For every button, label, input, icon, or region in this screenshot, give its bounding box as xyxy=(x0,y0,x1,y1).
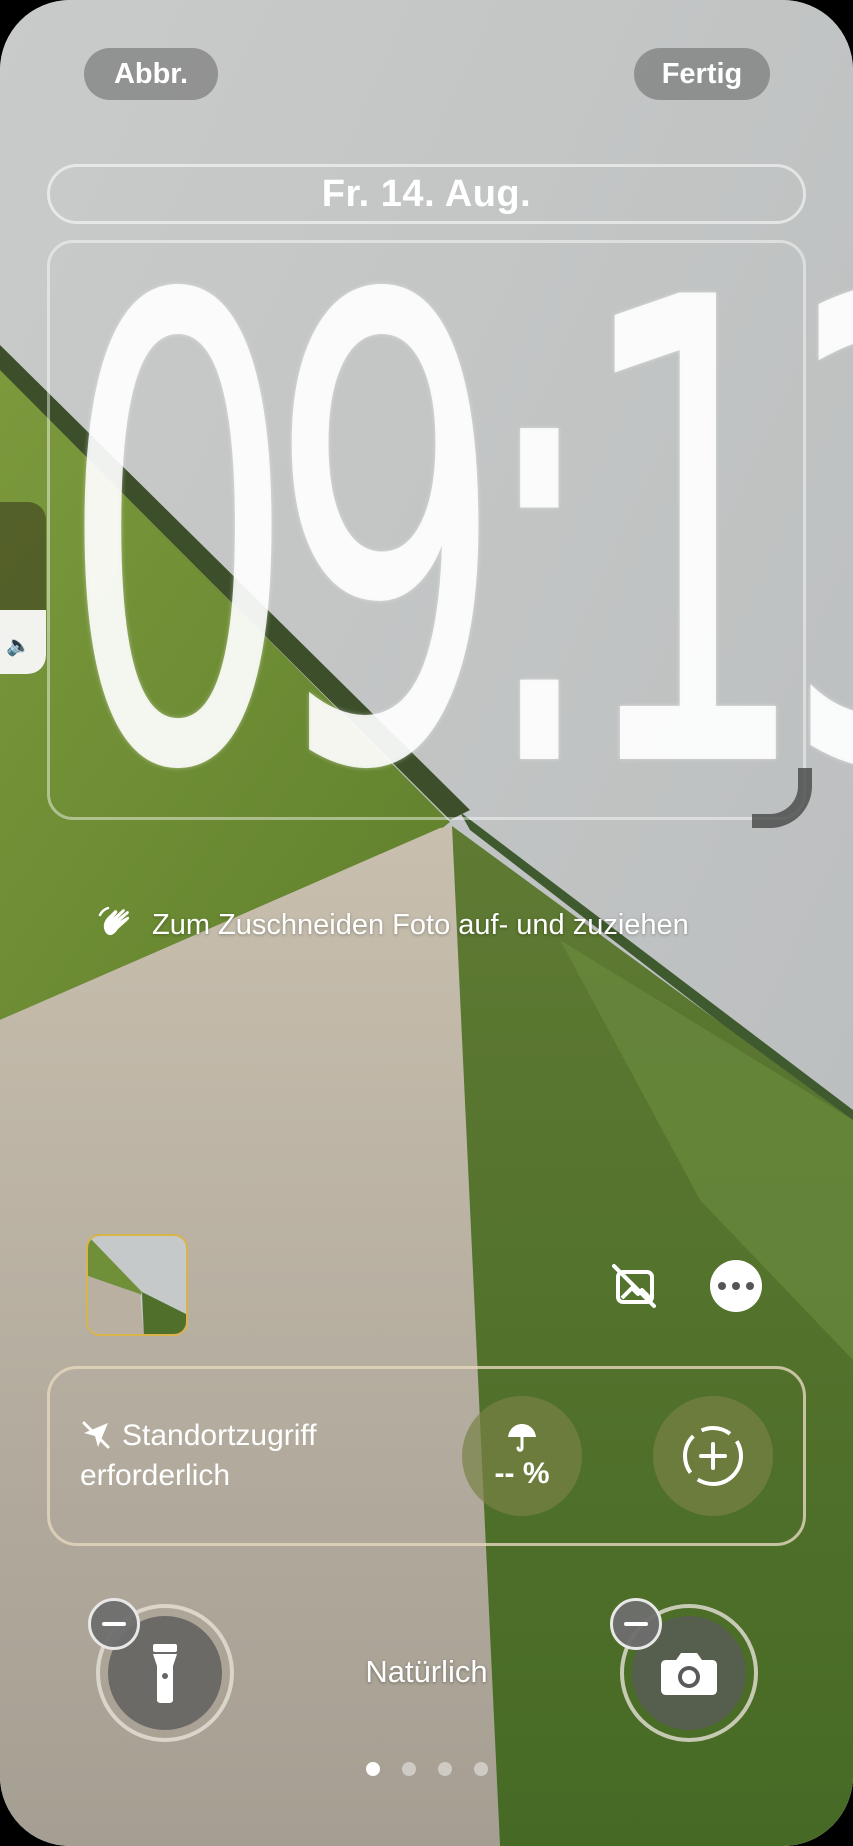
page-dot[interactable] xyxy=(438,1762,452,1776)
add-widget-icon xyxy=(683,1426,743,1486)
clock-time: 09:13 xyxy=(60,165,853,910)
location-text-line1: Standortzugriff xyxy=(122,1419,317,1452)
flashlight-icon xyxy=(153,1644,177,1703)
rain-widget[interactable]: -- % xyxy=(462,1396,582,1516)
photo-thumbnail[interactable] xyxy=(86,1234,188,1336)
speaker-icon: 🔈 xyxy=(6,635,31,657)
photo-shuffle-off-icon[interactable] xyxy=(606,1258,662,1314)
remove-camera-button[interactable] xyxy=(610,1598,662,1650)
page-dot[interactable] xyxy=(366,1762,380,1776)
pinch-hint: Zum Zuschneiden Foto auf- und zuziehen xyxy=(96,900,689,950)
more-options-button[interactable] xyxy=(710,1260,762,1312)
add-widget-button[interactable] xyxy=(653,1396,773,1516)
hint-text: Zum Zuschneiden Foto auf- und zuziehen xyxy=(152,908,689,941)
umbrella-icon xyxy=(508,1424,536,1452)
location-text-line2: erforderlich xyxy=(80,1459,231,1492)
page-dot[interactable] xyxy=(474,1762,488,1776)
remove-flashlight-button[interactable] xyxy=(88,1598,140,1650)
page-indicator[interactable] xyxy=(366,1762,510,1776)
page-dot[interactable] xyxy=(402,1762,416,1776)
lockscreen-editor: Abbr. Fertig Fr. 14. Aug. 09:13 🔈 Zum Zu… xyxy=(0,0,853,1846)
location-widget[interactable]: Standortzugriff erforderlich xyxy=(80,1416,400,1496)
volume-indicator: 🔈 xyxy=(0,502,46,674)
camera-icon xyxy=(661,1653,717,1695)
cancel-button[interactable]: Abbr. xyxy=(84,48,218,100)
ellipsis-icon xyxy=(718,1282,726,1290)
photo-thumbnail-image xyxy=(88,1236,186,1334)
rain-value: -- % xyxy=(494,1457,550,1490)
hand-pinch-icon xyxy=(98,906,130,936)
location-arrow-slash-icon xyxy=(82,1421,110,1449)
done-button[interactable]: Fertig xyxy=(634,48,770,100)
photo-style-label[interactable]: Natürlich xyxy=(300,1654,553,1690)
